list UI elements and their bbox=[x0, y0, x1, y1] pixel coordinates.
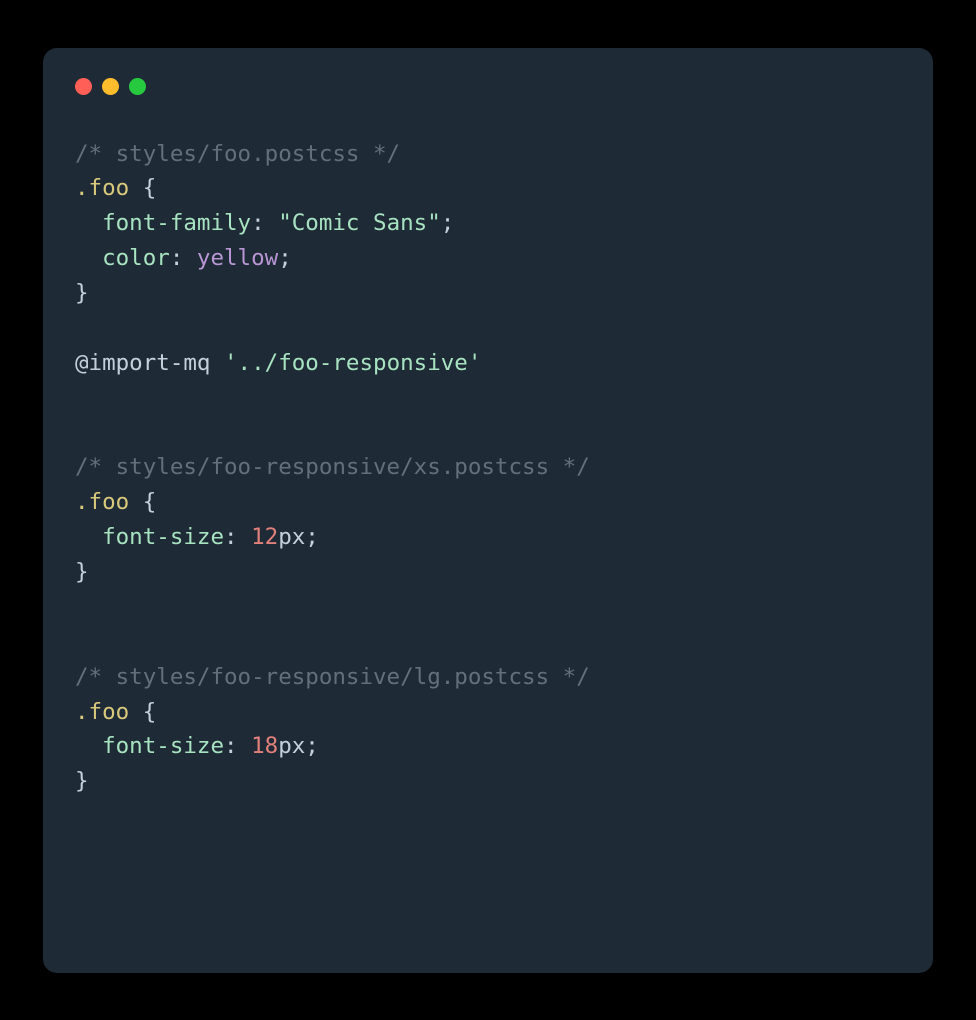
indent bbox=[75, 733, 102, 759]
brace: { bbox=[129, 175, 156, 201]
comment-line: /* styles/foo-responsive/xs.postcss */ bbox=[75, 454, 590, 480]
brace: } bbox=[75, 559, 89, 585]
window-controls bbox=[75, 78, 901, 95]
code-window: /* styles/foo.postcss */ .foo { font-fam… bbox=[43, 48, 933, 973]
css-property: font-size bbox=[102, 524, 224, 550]
semicolon: ; bbox=[278, 245, 292, 271]
import-path: '../foo-responsive' bbox=[224, 350, 481, 376]
css-selector: .foo bbox=[75, 175, 129, 201]
css-selector: .foo bbox=[75, 489, 129, 515]
maximize-icon[interactable] bbox=[129, 78, 146, 95]
css-value-number: 12 bbox=[251, 524, 278, 550]
comment-line: /* styles/foo.postcss */ bbox=[75, 141, 400, 167]
colon: : bbox=[170, 245, 197, 271]
indent bbox=[75, 524, 102, 550]
css-value-unit: px bbox=[278, 733, 305, 759]
brace: } bbox=[75, 280, 89, 306]
semicolon: ; bbox=[441, 210, 455, 236]
semicolon: ; bbox=[305, 733, 319, 759]
css-value-number: 18 bbox=[251, 733, 278, 759]
code-content: /* styles/foo.postcss */ .foo { font-fam… bbox=[75, 137, 901, 800]
semicolon: ; bbox=[305, 524, 319, 550]
colon: : bbox=[224, 733, 251, 759]
brace: { bbox=[129, 699, 156, 725]
indent bbox=[75, 210, 102, 236]
brace: } bbox=[75, 768, 89, 794]
css-property: font-family bbox=[102, 210, 251, 236]
at-rule: @import-mq bbox=[75, 350, 224, 376]
css-value: yellow bbox=[197, 245, 278, 271]
css-property: color bbox=[102, 245, 170, 271]
minimize-icon[interactable] bbox=[102, 78, 119, 95]
indent bbox=[75, 245, 102, 271]
css-value-unit: px bbox=[278, 524, 305, 550]
close-icon[interactable] bbox=[75, 78, 92, 95]
brace: { bbox=[129, 489, 156, 515]
css-property: font-size bbox=[102, 733, 224, 759]
colon: : bbox=[224, 524, 251, 550]
css-selector: .foo bbox=[75, 699, 129, 725]
colon: : bbox=[251, 210, 278, 236]
comment-line: /* styles/foo-responsive/lg.postcss */ bbox=[75, 664, 590, 690]
css-value: "Comic Sans" bbox=[278, 210, 441, 236]
